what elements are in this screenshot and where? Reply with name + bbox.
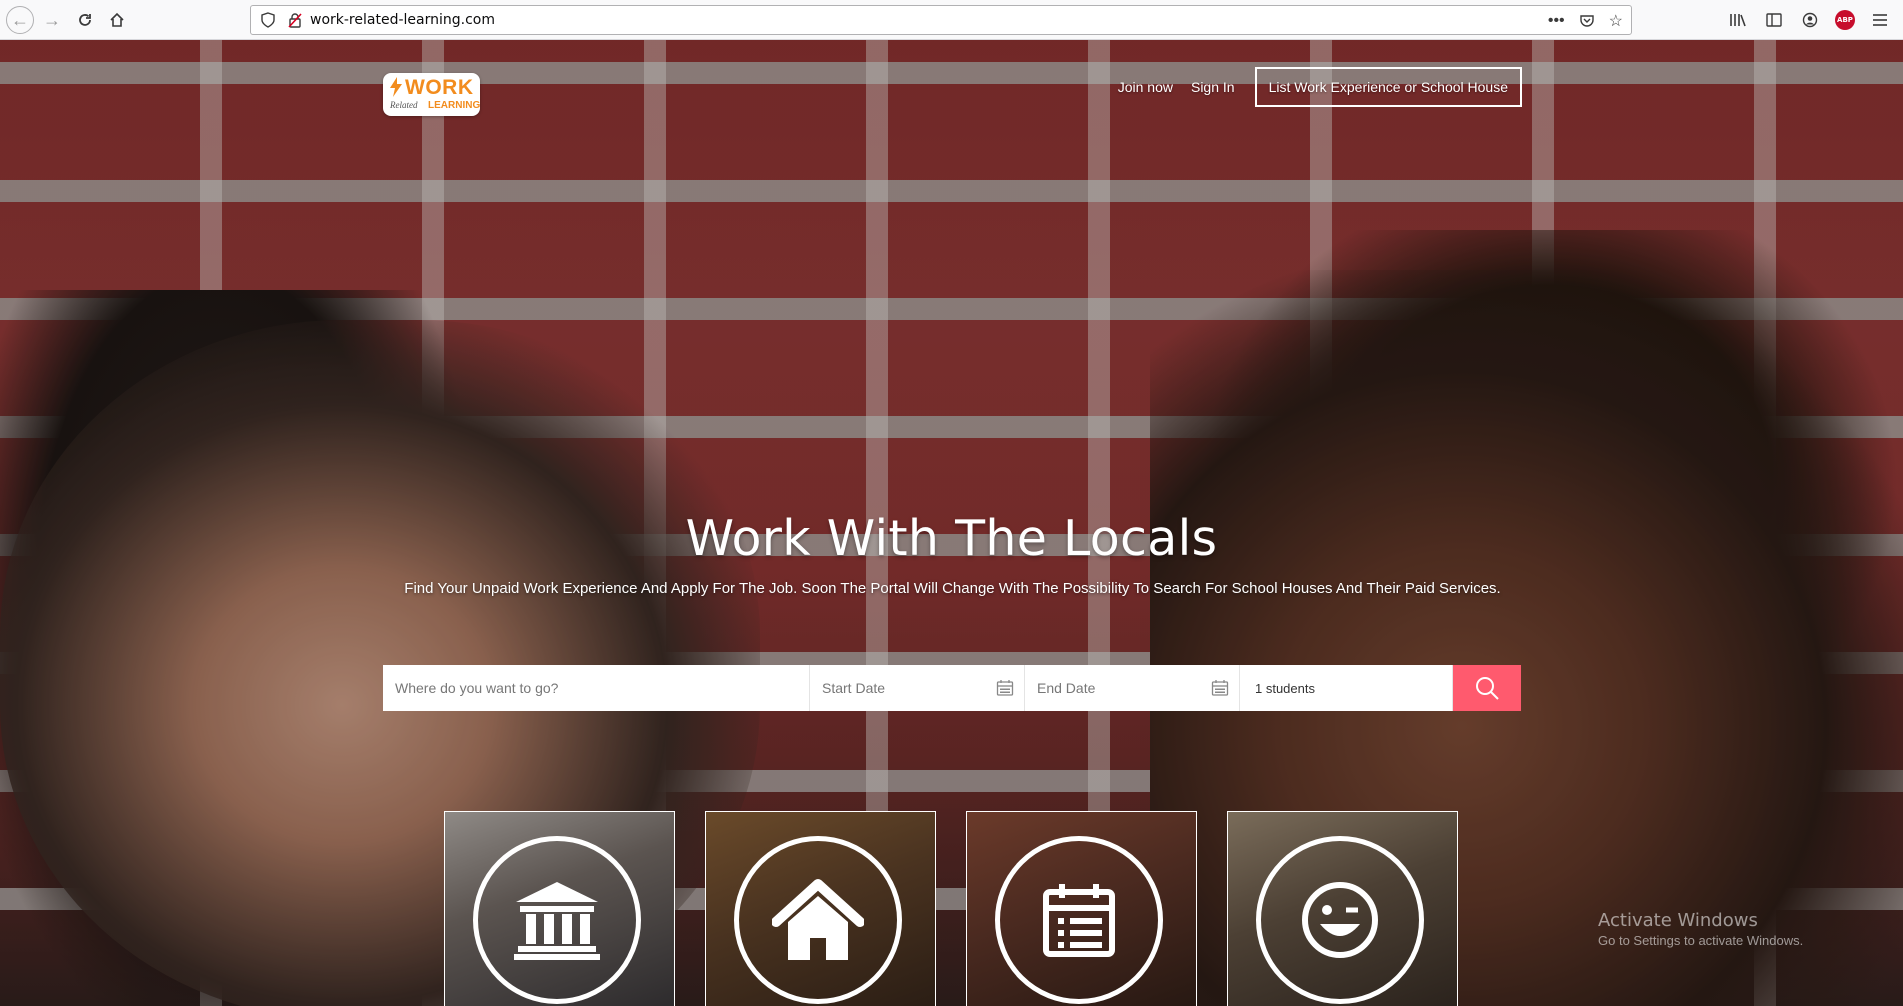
browser-toolbar: ← → work-related-learning.com ••• ☆ ABP: [0, 0, 1903, 40]
site-logo[interactable]: WORK Related LEARNING: [383, 73, 480, 116]
lightning-bolt-icon: [390, 77, 402, 97]
watermark-subtitle: Go to Settings to activate Windows.: [1598, 933, 1804, 948]
category-cards: [444, 811, 1460, 1006]
back-arrow-icon[interactable]: ←: [6, 6, 34, 34]
wink-face-icon: [1302, 882, 1378, 958]
shield-icon[interactable]: [260, 12, 276, 28]
logo-learning-text: LEARNING: [428, 100, 481, 111]
logo-work-text: WORK: [405, 76, 474, 99]
start-date-field[interactable]: [810, 665, 1025, 711]
account-icon[interactable]: [1799, 9, 1821, 31]
search-button[interactable]: [1453, 665, 1521, 711]
top-navigation: Join now Sign In List Work Experience or…: [1100, 67, 1522, 107]
destination-input[interactable]: [383, 665, 809, 711]
sidebar-icon[interactable]: [1763, 9, 1785, 31]
adblock-plus-icon[interactable]: ABP: [1835, 10, 1855, 30]
insecure-lock-icon[interactable]: [287, 12, 303, 28]
house-icon: [772, 879, 864, 960]
activate-windows-watermark: Activate Windows Go to Settings to activ…: [1598, 910, 1803, 948]
menu-hamburger-icon[interactable]: [1869, 9, 1891, 31]
sign-in-link[interactable]: Sign In: [1191, 79, 1235, 95]
destination-field[interactable]: [383, 665, 810, 711]
logo-related-text: Related: [390, 100, 418, 110]
students-selector[interactable]: 1 students: [1240, 665, 1453, 711]
category-card-events[interactable]: [966, 811, 1197, 1006]
reload-icon[interactable]: [71, 6, 99, 34]
home-icon[interactable]: [103, 6, 131, 34]
calendar-icon[interactable]: [1211, 679, 1229, 697]
calendar-icon[interactable]: [996, 679, 1014, 697]
end-date-input[interactable]: [1025, 665, 1239, 711]
start-date-input[interactable]: [810, 665, 1024, 711]
hero-subtitle: Find Your Unpaid Work Experience And App…: [404, 580, 1501, 597]
library-icon[interactable]: [1727, 9, 1749, 31]
forward-arrow-icon[interactable]: →: [38, 6, 66, 34]
hero-section: WORK Related LEARNING Join now Sign In L…: [0, 40, 1903, 1006]
watermark-title: Activate Windows: [1598, 910, 1758, 931]
calendar-list-icon: [1043, 884, 1115, 957]
category-card-fun[interactable]: [1227, 811, 1458, 1006]
pocket-icon[interactable]: [1579, 13, 1595, 29]
bookmark-star-icon[interactable]: ☆: [1609, 11, 1623, 31]
search-icon: [1476, 677, 1499, 700]
join-now-link[interactable]: Join now: [1118, 79, 1173, 95]
page-actions-icon[interactable]: •••: [1548, 12, 1565, 30]
url-text[interactable]: work-related-learning.com: [310, 12, 495, 28]
search-bar: 1 students: [383, 665, 1521, 711]
bank-icon: [514, 882, 600, 960]
address-bar[interactable]: work-related-learning.com ••• ☆: [250, 5, 1632, 35]
list-work-experience-button[interactable]: List Work Experience or School House: [1254, 67, 1522, 107]
category-card-work[interactable]: [444, 811, 675, 1006]
hero-title: Work With The Locals: [685, 510, 1218, 567]
category-card-school-house[interactable]: [705, 811, 936, 1006]
end-date-field[interactable]: [1025, 665, 1240, 711]
